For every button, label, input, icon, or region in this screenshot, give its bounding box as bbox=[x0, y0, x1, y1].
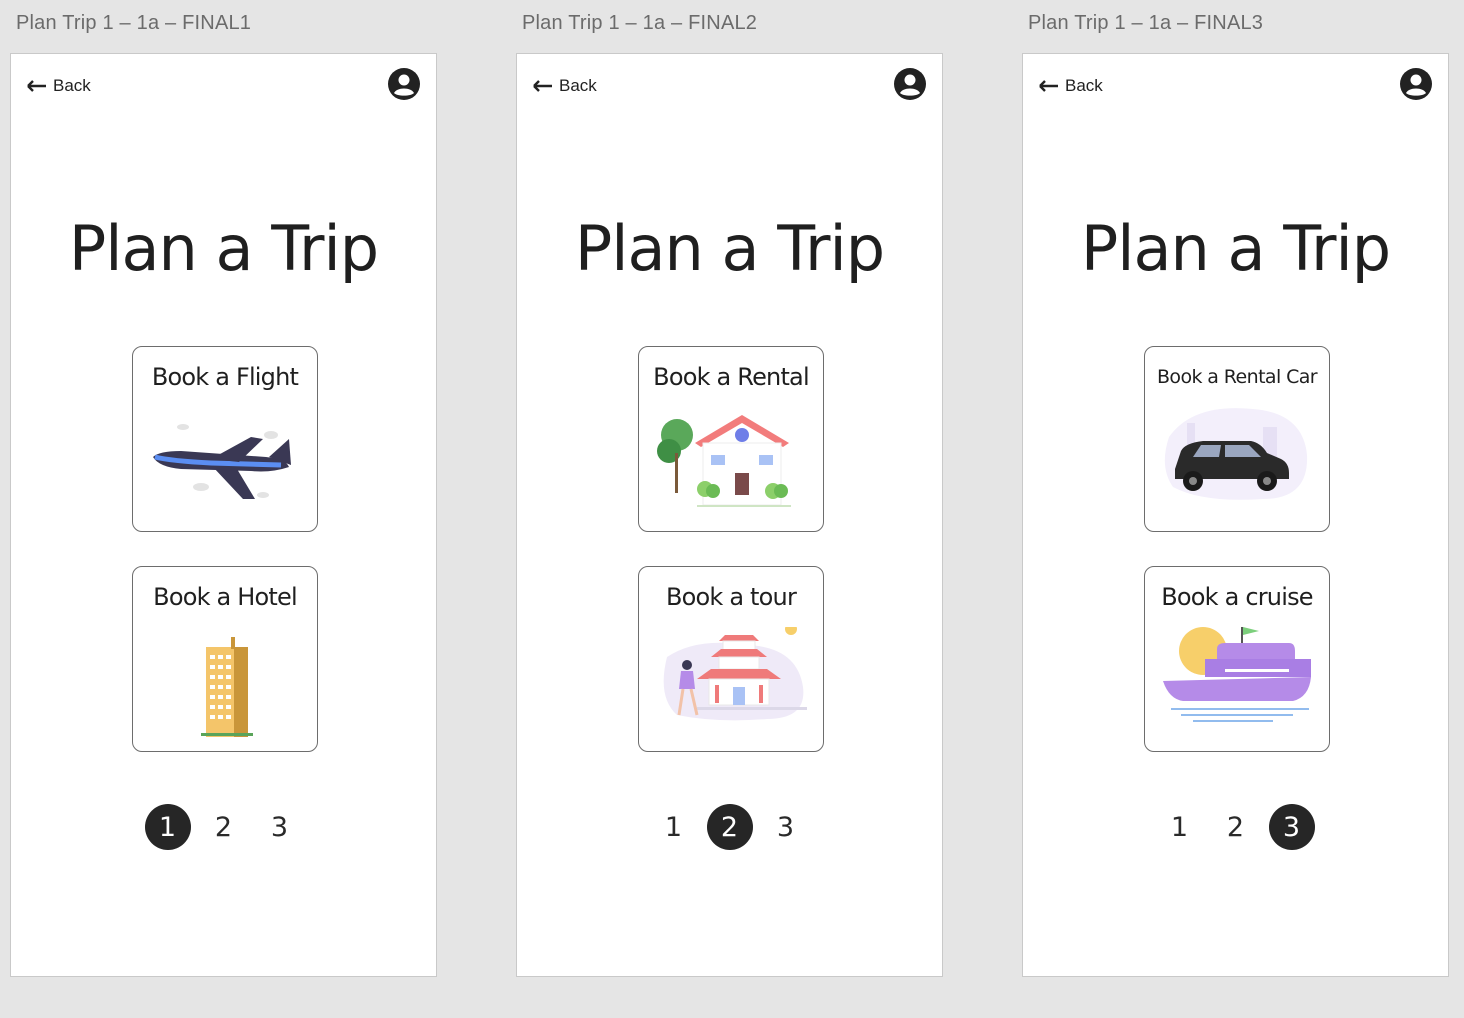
page-2-button[interactable]: 2 bbox=[1213, 804, 1259, 850]
arrow-left-icon bbox=[27, 80, 46, 92]
pagination: 1 2 3 bbox=[517, 804, 942, 850]
pagination: 1 2 3 bbox=[11, 804, 436, 850]
book-cruise-card[interactable]: Book a cruise bbox=[1144, 566, 1330, 752]
account-icon[interactable] bbox=[388, 68, 420, 100]
back-button[interactable]: Back bbox=[1039, 76, 1103, 96]
card-label: Book a cruise bbox=[1161, 583, 1313, 611]
phone-frame-1: Back Plan a Trip Book a Flight Book a Ho… bbox=[10, 53, 437, 977]
card-label: Book a Rental Car bbox=[1156, 366, 1318, 388]
account-icon[interactable] bbox=[1400, 68, 1432, 100]
artboard-title-2: Plan Trip 1 – 1a – FINAL2 bbox=[522, 12, 758, 34]
cruise-ship-illustration-icon bbox=[1163, 627, 1311, 722]
pagination: 1 2 3 bbox=[1023, 804, 1448, 850]
artboard-title-1: Plan Trip 1 – 1a – FINAL1 bbox=[16, 12, 252, 34]
pagoda-tour-illustration-icon bbox=[663, 627, 807, 721]
card-label: Book a Flight bbox=[151, 363, 299, 391]
page-3-button[interactable]: 3 bbox=[257, 804, 303, 850]
phone-frame-2: Back Plan a Trip Book a Rental Book a to bbox=[516, 53, 943, 977]
back-label: Back bbox=[559, 76, 597, 95]
book-hotel-card[interactable]: Book a Hotel bbox=[132, 566, 318, 752]
artboard-title-3: Plan Trip 1 – 1a – FINAL3 bbox=[1028, 12, 1264, 34]
arrow-left-icon bbox=[1039, 80, 1058, 92]
house-illustration-icon bbox=[657, 415, 791, 507]
book-rental-card[interactable]: Book a Rental bbox=[638, 346, 824, 532]
book-flight-card[interactable]: Book a Flight bbox=[132, 346, 318, 532]
book-tour-card[interactable]: Book a tour bbox=[638, 566, 824, 752]
phone-frame-3: Back Plan a Trip Book a Rental Car Book … bbox=[1022, 53, 1449, 977]
back-label: Back bbox=[1065, 76, 1103, 95]
arrow-left-icon bbox=[533, 80, 552, 92]
card-label: Book a Hotel bbox=[153, 583, 297, 611]
book-rental-car-card[interactable]: Book a Rental Car bbox=[1144, 346, 1330, 532]
page-2-button[interactable]: 2 bbox=[706, 804, 753, 850]
back-button[interactable]: Back bbox=[533, 76, 597, 96]
page-2-button[interactable]: 2 bbox=[201, 804, 247, 850]
account-icon[interactable] bbox=[894, 68, 926, 100]
page-1-button[interactable]: 1 bbox=[144, 804, 191, 850]
page-title: Plan a Trip bbox=[1080, 212, 1391, 285]
airplane-illustration-icon bbox=[153, 424, 291, 499]
page-title: Plan a Trip bbox=[574, 212, 885, 285]
back-button[interactable]: Back bbox=[27, 76, 91, 96]
page-1-button[interactable]: 1 bbox=[1157, 804, 1203, 850]
card-label: Book a Rental bbox=[653, 363, 809, 391]
page-title: Plan a Trip bbox=[68, 212, 379, 285]
hotel-building-illustration-icon bbox=[201, 637, 253, 737]
page-3-button[interactable]: 3 bbox=[1268, 804, 1315, 850]
page-3-button[interactable]: 3 bbox=[763, 804, 809, 850]
page-1-button[interactable]: 1 bbox=[651, 804, 697, 850]
back-label: Back bbox=[53, 76, 91, 95]
car-illustration-icon bbox=[1164, 408, 1308, 500]
card-label: Book a tour bbox=[665, 583, 797, 611]
